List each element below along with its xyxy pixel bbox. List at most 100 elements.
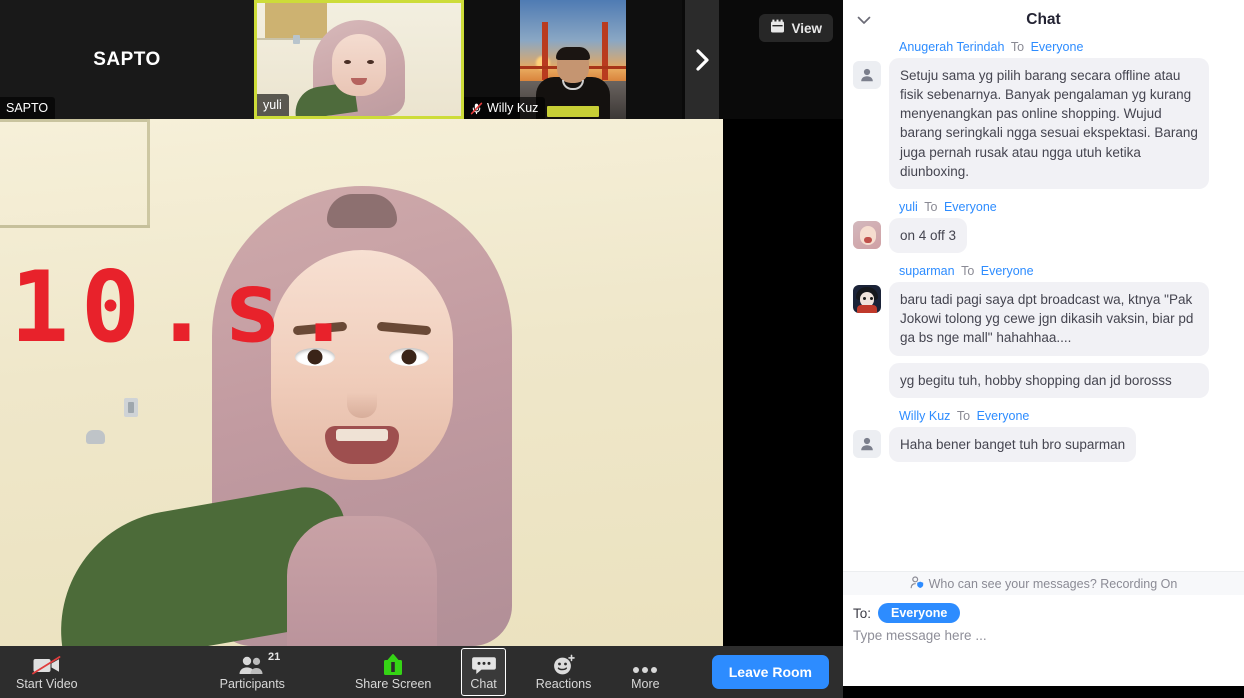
chat-bottom-strip — [843, 686, 1244, 698]
chat-bubble: yg begitu tuh, hobby shopping dan jd bor… — [889, 362, 1209, 398]
chevron-right-icon — [692, 47, 712, 73]
main-speaker-teeth — [335, 429, 388, 441]
toolbar-more-button[interactable]: More — [621, 648, 669, 696]
chat-sender-name[interactable]: suparman — [899, 264, 955, 278]
more-dots-icon — [629, 654, 661, 676]
chat-message-list[interactable]: Anugerah Terindah To Everyone Setuju sam… — [843, 40, 1244, 571]
view-button[interactable]: View — [759, 14, 833, 42]
reactions-icon — [551, 654, 577, 676]
chat-privacy-text: Who can see your messages? Recording On — [928, 576, 1178, 591]
toolbar-reactions-label: Reactions — [535, 677, 592, 692]
chat-sender-name[interactable]: yuli — [899, 200, 918, 214]
willy-person-figure — [536, 47, 610, 119]
chat-bubble: Haha bener banget tuh bro suparman — [889, 426, 1137, 462]
chat-message-row: baru tadi pagi saya dpt broadcast wa, kt… — [853, 282, 1234, 356]
chat-panel-header: Chat — [843, 0, 1244, 40]
person-icon — [861, 437, 873, 450]
main-speaker-hijab-fold — [326, 194, 397, 228]
chat-target-name[interactable]: Everyone — [977, 409, 1030, 423]
chat-sender-name[interactable]: Anugerah Terindah — [899, 40, 1004, 54]
avatar — [853, 61, 881, 89]
thumbnail-label-yuli: yuli — [263, 98, 282, 112]
meeting-area: SAPTO SAPTO yuli Willy Kuz View 10.s. St… — [0, 0, 843, 698]
chat-compose-area: To: Everyone Type message here ... — [843, 595, 1244, 686]
chat-target-name[interactable]: Everyone — [981, 264, 1034, 278]
toolbar-share-screen-label: Share Screen — [354, 677, 432, 692]
toolbar-reactions-button[interactable]: Reactions — [528, 648, 600, 696]
yuli-face — [332, 34, 386, 96]
chat-to-word: To — [1010, 40, 1025, 54]
chat-message-group: yuli To Everyone on 4 off 3 — [853, 200, 1234, 254]
yuli-mouth — [351, 78, 367, 85]
chat-recipient-chip[interactable]: Everyone — [878, 603, 961, 623]
thumbnail-label-sapto: SAPTO — [6, 101, 49, 115]
avatar — [853, 285, 881, 314]
toolbar-chat-button[interactable]: Chat — [461, 648, 506, 696]
view-button-label: View — [791, 20, 822, 36]
next-page-arrow-button[interactable] — [685, 0, 719, 119]
participants-icon: 21 — [237, 651, 280, 676]
chat-to-label: To: — [853, 605, 872, 621]
chat-to-word: To — [956, 408, 971, 423]
chat-message-group: Willy Kuz To Everyone Haha bener banget … — [853, 409, 1234, 462]
chat-message-header: yuli To Everyone — [899, 200, 1234, 214]
main-speaker-video[interactable]: 10.s. — [0, 119, 723, 646]
chat-message-row: Haha bener banget tuh bro suparman — [853, 426, 1234, 462]
toolbar-chat-label: Chat — [470, 677, 497, 692]
person-icon — [861, 68, 873, 82]
avatar — [853, 220, 881, 249]
grid-view-icon — [770, 19, 785, 37]
chat-icon — [471, 654, 497, 676]
thumbnail-label-willy: Willy Kuz — [487, 101, 539, 115]
toolbar-share-screen-button[interactable]: Share Screen — [347, 648, 439, 696]
main-speaker-scarf — [286, 516, 437, 646]
toolbar-start-video-button[interactable]: Start Video — [8, 648, 86, 696]
red-overlay-text: 10.s. — [10, 251, 366, 365]
yuli-person-figure — [292, 20, 418, 116]
main-speaker-nose — [346, 376, 377, 418]
toolbar-participants-button[interactable]: 21 Participants — [212, 648, 293, 696]
chat-bubble: on 4 off 3 — [889, 217, 968, 254]
thumbnail-name-yuli: yuli — [257, 94, 289, 116]
chat-panel-title: Chat — [1026, 11, 1061, 28]
participants-count-badge: 21 — [268, 651, 281, 664]
chat-to-word: To — [961, 264, 975, 279]
chat-panel: Chat Anugerah Terindah To Everyone Setuj… — [843, 0, 1244, 698]
thumbnail-sapto[interactable]: SAPTO SAPTO — [0, 0, 254, 119]
mute-icon — [470, 102, 483, 115]
avatar-body — [857, 305, 877, 314]
chat-message-header: suparman To Everyone — [899, 264, 1234, 278]
chat-message-group: suparman To Everyone baru tadi pagi saya… — [853, 264, 1234, 398]
thumbnail-willy-kuz[interactable]: Willy Kuz — [464, 0, 682, 119]
leave-room-button[interactable]: Leave Room — [711, 655, 829, 689]
chat-to-word: To — [924, 199, 938, 214]
chat-target-name[interactable]: Everyone — [1031, 40, 1084, 54]
willy-hair — [556, 47, 590, 60]
chat-message-header: Anugerah Terindah To Everyone — [899, 40, 1234, 54]
chat-privacy-notice[interactable]: Who can see your messages? Recording On — [843, 571, 1244, 595]
main-speaker-mouth — [324, 426, 399, 464]
main-speaker-eye-right — [388, 348, 429, 366]
video-gutter — [723, 119, 843, 646]
thumbnail-yuli[interactable]: yuli — [254, 0, 464, 119]
chat-sender-name[interactable]: Willy Kuz — [899, 409, 950, 423]
chevron-down-icon[interactable] — [853, 11, 875, 29]
chat-message-row: Setuju sama yg pilih barang secara offli… — [853, 58, 1234, 189]
chat-bubble: baru tadi pagi saya dpt broadcast wa, kt… — [889, 282, 1209, 356]
avatar — [853, 429, 881, 458]
meeting-toolbar: Start Video 21 Participants Share Screen… — [0, 646, 843, 698]
thumbnail-name-sapto: SAPTO — [0, 97, 56, 119]
chat-target-name[interactable]: Everyone — [944, 200, 997, 214]
thumbnail-name-willy: Willy Kuz — [464, 97, 546, 119]
yuli-eye-right — [367, 60, 374, 64]
chat-message-group: Anugerah Terindah To Everyone Setuju sam… — [853, 40, 1234, 189]
share-screen-icon — [379, 654, 407, 676]
video-off-icon — [31, 654, 62, 676]
decor-wall-edge-top — [0, 119, 150, 122]
chat-message-input[interactable]: Type message here ... — [853, 628, 1234, 686]
chat-bubble: Setuju sama yg pilih barang secara offli… — [889, 58, 1209, 189]
main-speaker-brow-right — [376, 321, 431, 336]
chat-footer: Who can see your messages? Recording On … — [843, 571, 1244, 698]
avatar-mouth — [864, 236, 872, 243]
chat-recipient-row: To: Everyone — [853, 603, 1234, 623]
